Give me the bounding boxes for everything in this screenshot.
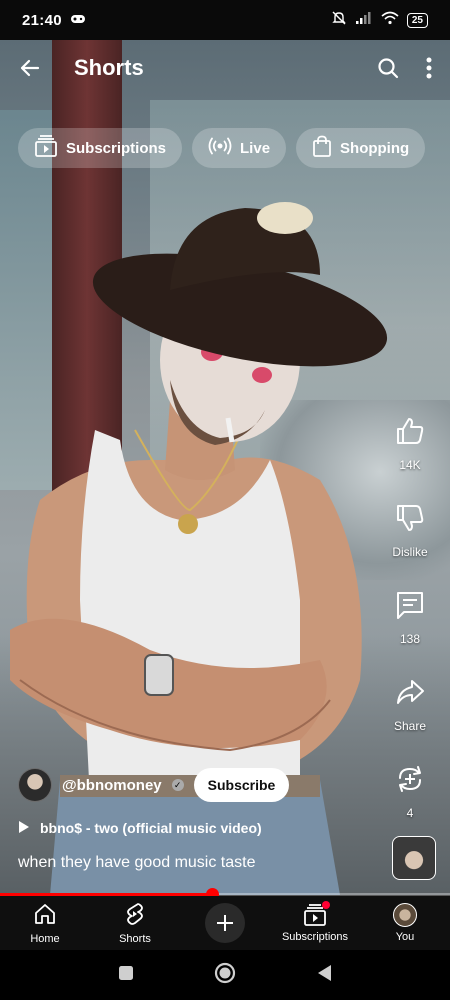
nav-shorts[interactable]: Shorts (95, 902, 175, 945)
subscribe-button[interactable]: Subscribe (193, 768, 290, 802)
thumbs-down-icon (394, 502, 426, 539)
page-title: Shorts (74, 55, 144, 80)
share-label: Share (393, 719, 427, 733)
shorts-header: Shorts (0, 40, 450, 96)
music-title: bbno$ - two (official music video) (40, 820, 262, 836)
comment-count: 138 (399, 632, 421, 646)
nav-label: Subscriptions (281, 931, 349, 943)
thumbs-up-icon (394, 415, 426, 452)
bottom-navigation: Home Shorts Subscriptions You (0, 896, 450, 950)
chip-live[interactable]: Live (192, 128, 287, 168)
channel-name[interactable]: @bbnomoney (62, 777, 162, 794)
comment-icon (394, 589, 426, 626)
search-icon[interactable] (376, 56, 400, 80)
system-navigation-bar (0, 950, 450, 1000)
status-time: 21:40 (22, 11, 62, 29)
music-row[interactable]: bbno$ - two (official music video) (18, 820, 378, 836)
signal-icon (355, 11, 373, 29)
home-circle-icon[interactable] (214, 962, 236, 989)
dislike-button[interactable]: Dislike (392, 502, 428, 559)
nav-create[interactable] (185, 903, 265, 943)
game-controller-icon (70, 12, 86, 29)
share-button[interactable]: Share (394, 676, 426, 733)
recent-apps-icon[interactable] (118, 965, 134, 986)
chip-label: Live (240, 139, 271, 157)
remix-icon (394, 763, 426, 800)
nav-label: Shorts (119, 932, 151, 945)
back-triangle-icon[interactable] (316, 964, 332, 987)
live-icon (208, 137, 232, 159)
nav-subscriptions[interactable]: Subscriptions (275, 901, 355, 943)
shorts-icon (123, 902, 147, 929)
create-plus-icon (205, 903, 245, 943)
battery-indicator: 25 (406, 12, 428, 28)
verified-check-icon: ✓ (171, 779, 184, 791)
wifi-icon (381, 11, 399, 29)
sound-thumbnail[interactable] (392, 836, 436, 880)
home-icon (33, 902, 57, 929)
nav-you[interactable]: You (365, 903, 445, 943)
mute-icon (331, 10, 347, 30)
chip-shopping[interactable]: Shopping (296, 128, 426, 168)
chip-label: Subscriptions (66, 139, 167, 157)
subscriptions-icon (34, 135, 58, 161)
short-actions-column: 14K Dislike 138 Share 4 (382, 415, 438, 850)
back-arrow-icon[interactable] (18, 56, 42, 80)
dislike-label: Dislike (392, 545, 428, 559)
user-avatar (393, 903, 417, 927)
video-meta: @bbnomoney ✓ Subscribe bbno$ - two (offi… (18, 768, 378, 872)
remix-button[interactable]: 4 (394, 763, 426, 820)
video-caption[interactable]: when they have good music taste (18, 854, 378, 872)
shopping-bag-icon (312, 135, 332, 161)
subscriptions-nav-icon (303, 901, 330, 927)
more-options-icon[interactable] (426, 56, 432, 80)
channel-row: @bbnomoney ✓ Subscribe (18, 768, 378, 802)
feed-filter-chips: Subscriptions Live Shopping (18, 128, 426, 168)
notification-dot (322, 901, 330, 909)
play-icon (18, 820, 30, 836)
like-button[interactable]: 14K (394, 415, 426, 472)
channel-avatar[interactable] (18, 768, 52, 802)
status-bar: 21:40 25 (0, 0, 450, 40)
comments-button[interactable]: 138 (394, 589, 426, 646)
nav-label: You (395, 931, 415, 943)
chip-subscriptions[interactable]: Subscriptions (18, 128, 183, 168)
chip-label: Shopping (340, 139, 410, 157)
remix-count: 4 (406, 806, 414, 820)
nav-home[interactable]: Home (5, 902, 85, 945)
share-icon (394, 676, 426, 713)
nav-label: Home (30, 932, 60, 945)
like-count: 14K (399, 458, 421, 472)
